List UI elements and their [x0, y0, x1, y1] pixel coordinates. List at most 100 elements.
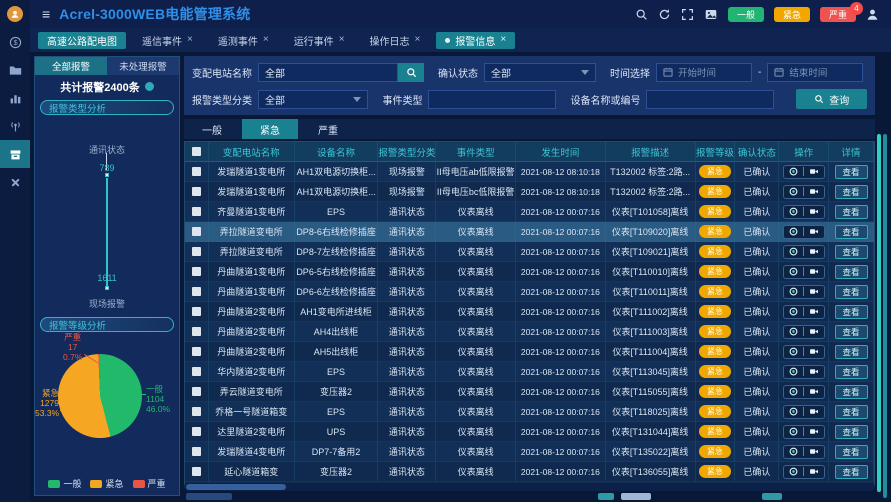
record-icon[interactable]: [789, 247, 798, 256]
view-button[interactable]: 查看: [835, 425, 868, 439]
row-checkbox[interactable]: [192, 167, 201, 176]
video-icon[interactable]: [809, 407, 819, 416]
view-button[interactable]: 查看: [835, 245, 868, 259]
legend-item-emergency[interactable]: 紧急: [90, 477, 123, 490]
record-icon[interactable]: [789, 227, 798, 236]
video-icon[interactable]: [809, 327, 819, 336]
legend-item-severe[interactable]: 严重: [133, 477, 166, 490]
table-row[interactable]: 发瑞隧道4变电所 DP7-7备用2 通讯状态 仪表离线 2021-08-12 0…: [185, 442, 874, 462]
sidebar-item-tools[interactable]: [0, 168, 30, 196]
close-icon[interactable]: [415, 35, 421, 45]
video-icon[interactable]: [809, 287, 819, 296]
record-icon[interactable]: [789, 167, 798, 176]
station-search-button[interactable]: [398, 63, 424, 82]
view-button[interactable]: 查看: [835, 305, 868, 319]
row-checkbox[interactable]: [192, 327, 201, 336]
row-checkbox[interactable]: [192, 307, 201, 316]
row-checkbox[interactable]: [192, 227, 201, 236]
row-checkbox[interactable]: [192, 187, 201, 196]
start-time-picker[interactable]: 开始时间: [656, 63, 752, 82]
record-icon[interactable]: [789, 367, 798, 376]
view-button[interactable]: 查看: [835, 285, 868, 299]
refresh-icon[interactable]: [658, 8, 671, 21]
table-row[interactable]: 延心隧道箱变 变压器2 通讯状态 仪表离线 2021-08-12 00:07:1…: [185, 462, 874, 482]
close-icon[interactable]: [500, 35, 506, 45]
vertical-scrollbar-track[interactable]: [883, 134, 887, 498]
nav-tab-operation-log[interactable]: 操作日志: [361, 32, 430, 49]
sidebar-item-alarm-archive[interactable]: [0, 140, 30, 168]
video-icon[interactable]: [809, 267, 819, 276]
search-icon[interactable]: [635, 8, 648, 21]
query-button[interactable]: 查询: [796, 89, 867, 109]
view-button[interactable]: 查看: [835, 225, 868, 239]
table-row[interactable]: 华内隧道2变电所 EPS 通讯状态 仪表离线 2021-08-12 00:07:…: [185, 362, 874, 382]
video-icon[interactable]: [809, 167, 819, 176]
table-row[interactable]: 齐曼隧道1变电所 EPS 通讯状态 仪表离线 2021-08-12 00:07:…: [185, 202, 874, 222]
video-icon[interactable]: [809, 187, 819, 196]
level-badge-severe[interactable]: 严重 4: [820, 7, 856, 22]
row-checkbox[interactable]: [192, 447, 201, 456]
record-icon[interactable]: [789, 427, 798, 436]
record-icon[interactable]: [789, 267, 798, 276]
event-type-input[interactable]: [428, 90, 556, 109]
sidebar-item-reports[interactable]: [0, 84, 30, 112]
select-all-checkbox[interactable]: [192, 147, 201, 156]
level-badge-normal[interactable]: 一般: [728, 7, 764, 22]
video-icon[interactable]: [809, 307, 819, 316]
alarm-type-select[interactable]: 全部: [258, 90, 368, 109]
nav-tab-operation-events[interactable]: 运行事件: [285, 32, 354, 49]
record-icon[interactable]: [789, 407, 798, 416]
nav-tab-telemetry-events[interactable]: 遥测事件: [209, 32, 278, 49]
record-icon[interactable]: [789, 287, 798, 296]
sidebar-item-monitor[interactable]: [0, 112, 30, 140]
close-icon[interactable]: [339, 35, 345, 45]
sidebar-item-files[interactable]: [0, 56, 30, 84]
close-icon[interactable]: [187, 35, 193, 45]
horizontal-scrollbar-thumb[interactable]: [186, 484, 286, 490]
table-row[interactable]: 丹曲隧道1变电所 DP6-6左线检修插座 通讯状态 仪表离线 2021-08-1…: [185, 282, 874, 302]
view-button[interactable]: 查看: [835, 365, 868, 379]
table-row[interactable]: 发瑞隧道1变电所 AH1双电源切换柜... 现场报警 II母电压bc低限报警 2…: [185, 182, 874, 202]
table-row[interactable]: 丹曲隧道2变电所 AH1变电所进线柜 通讯状态 仪表离线 2021-08-12 …: [185, 302, 874, 322]
video-icon[interactable]: [809, 387, 819, 396]
record-icon[interactable]: [789, 327, 798, 336]
horizontal-scrollbar[interactable]: [184, 483, 875, 491]
end-time-picker[interactable]: 结束时间: [767, 63, 863, 82]
video-icon[interactable]: [809, 447, 819, 456]
level-badge-emergency[interactable]: 紧急: [774, 7, 810, 22]
row-checkbox[interactable]: [192, 247, 201, 256]
table-row[interactable]: 达里隧道2变电所 UPS 通讯状态 仪表离线 2021-08-12 00:07:…: [185, 422, 874, 442]
info-icon[interactable]: [145, 82, 154, 91]
video-icon[interactable]: [809, 207, 819, 216]
tab-level-severe[interactable]: 严重: [300, 119, 356, 139]
view-button[interactable]: 查看: [835, 445, 868, 459]
row-checkbox[interactable]: [192, 287, 201, 296]
nav-tab-telesignal-events[interactable]: 遥信事件: [133, 32, 202, 49]
record-icon[interactable]: [789, 207, 798, 216]
record-icon[interactable]: [789, 467, 798, 476]
tab-level-emergency[interactable]: 紧急: [242, 119, 298, 139]
view-button[interactable]: 查看: [835, 205, 868, 219]
table-row[interactable]: 弄拉隧道变电所 DP8-7左线检修插座 通讯状态 仪表离线 2021-08-12…: [185, 242, 874, 262]
video-icon[interactable]: [809, 427, 819, 436]
record-icon[interactable]: [789, 187, 798, 196]
view-button[interactable]: 查看: [835, 265, 868, 279]
row-checkbox[interactable]: [192, 387, 201, 396]
sidebar-item-energy[interactable]: $: [0, 28, 30, 56]
record-icon[interactable]: [789, 347, 798, 356]
sidebar-item-avatar[interactable]: [0, 0, 30, 28]
row-checkbox[interactable]: [192, 467, 201, 476]
row-checkbox[interactable]: [192, 347, 201, 356]
record-icon[interactable]: [789, 387, 798, 396]
table-row[interactable]: 发瑞隧道1变电所 AH1双电源切换柜... 现场报警 II母电压ab低限报警 2…: [185, 162, 874, 182]
legend-item-normal[interactable]: 一般: [48, 477, 81, 490]
video-icon[interactable]: [809, 347, 819, 356]
record-icon[interactable]: [789, 307, 798, 316]
nav-tab-alarm-info[interactable]: 报警信息: [436, 32, 515, 49]
row-checkbox[interactable]: [192, 207, 201, 216]
gallery-icon[interactable]: [704, 8, 718, 21]
video-icon[interactable]: [809, 227, 819, 236]
video-icon[interactable]: [809, 247, 819, 256]
user-icon[interactable]: [866, 8, 879, 21]
vertical-scrollbar-thumb[interactable]: [877, 134, 881, 492]
